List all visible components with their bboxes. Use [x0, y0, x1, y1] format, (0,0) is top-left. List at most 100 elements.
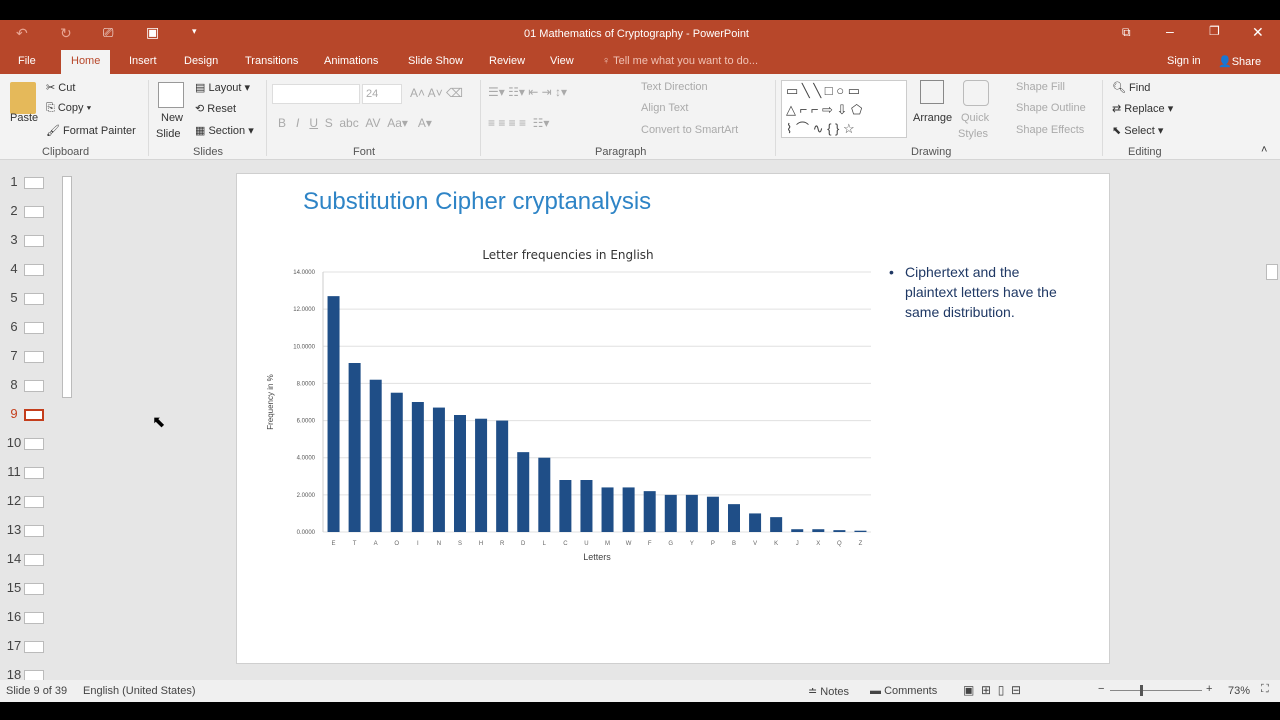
tab-review[interactable]: Review [489, 55, 525, 67]
slide-thumbnail[interactable] [24, 235, 44, 247]
slide-thumbnail[interactable] [24, 322, 44, 334]
tab-animations[interactable]: Animations [324, 55, 378, 67]
restore-button[interactable]: ❐ [1209, 24, 1220, 38]
text-direction-button[interactable]: Text Direction [641, 81, 708, 93]
arrange-button[interactable]: Arrange [913, 112, 952, 124]
slide-thumbnail[interactable] [24, 641, 44, 653]
thumbnail-number: 9 [10, 406, 18, 421]
slide-thumbnail[interactable] [24, 293, 44, 305]
slide-thumbnail[interactable] [24, 177, 44, 189]
layout-button[interactable]: ▤ Layout ▾ [195, 81, 250, 94]
slide-thumbnail[interactable] [24, 264, 44, 276]
close-button[interactable]: ✕ [1252, 24, 1264, 41]
slide-thumbnail[interactable] [24, 438, 44, 450]
y-tick-label: 8.0000 [297, 381, 316, 387]
slide-thumbnail[interactable] [24, 525, 44, 537]
slide-thumbnail[interactable] [24, 409, 44, 421]
present-icon[interactable]: ⎚ [103, 25, 113, 41]
tab-design[interactable]: Design [184, 55, 218, 67]
replace-button[interactable]: ⇄ Replace ▾ [1112, 102, 1173, 115]
copy-button[interactable]: ⎘ Copy ▾ [46, 102, 91, 115]
format-painter-button[interactable]: 🖌 Format Painter [46, 124, 136, 137]
fit-slide-icon[interactable]: ⛶ [1261, 683, 1269, 696]
zoom-in-button[interactable]: + [1206, 683, 1212, 695]
tab-file[interactable]: File [18, 55, 36, 67]
customize-qat-icon[interactable]: ▾ [192, 26, 197, 37]
font-size-select[interactable]: 24 [362, 84, 402, 104]
quick-styles-button[interactable]: Quick [961, 112, 989, 124]
tab-slide-show[interactable]: Slide Show [408, 55, 463, 67]
ribbon-display-icon[interactable]: ⧉ [1122, 25, 1131, 40]
slide-thumbnail[interactable] [24, 496, 44, 508]
x-tick-label: Y [690, 541, 694, 547]
find-button[interactable]: 🔍︎ Find [1112, 81, 1150, 94]
thumbnails-scrollbar[interactable] [61, 164, 74, 680]
tab-transitions[interactable]: Transitions [245, 55, 298, 67]
select-button[interactable]: ⬉ Select ▾ [1112, 124, 1163, 137]
notes-button[interactable]: ≐ Notes [808, 685, 849, 698]
shape-outline-button[interactable]: Shape Outline [1016, 102, 1086, 114]
convert-smartart-button[interactable]: Convert to SmartArt [641, 124, 738, 136]
undo-icon[interactable]: ↶ [16, 25, 28, 42]
shape-effects-button[interactable]: Shape Effects [1016, 124, 1084, 136]
comments-button[interactable]: ▬ Comments [870, 685, 937, 697]
slide-canvas[interactable]: Substitution Cipher cryptanalysis • Ciph… [236, 173, 1110, 664]
tab-insert[interactable]: Insert [129, 55, 157, 67]
slide-thumbnail[interactable] [24, 206, 44, 218]
new-slide-button[interactable]: New [161, 112, 183, 124]
share-button[interactable]: 👤Share [1218, 55, 1261, 68]
chart-title: Letter frequencies in English [482, 248, 653, 262]
font-size-controls[interactable]: A˄ A˅ ⌫ [410, 86, 463, 100]
tab-home[interactable]: Home [61, 50, 111, 74]
zoom-slider[interactable] [1110, 690, 1202, 691]
shapes-gallery[interactable]: ▭ ╲ ╲ □ ○ ▭ △ ⌐ ⌐ ⇨ ⇩ ⬠ ⌇ ⌒ ∿ { } ☆ [781, 80, 907, 138]
bar-D [517, 452, 530, 532]
slide-scrollbar[interactable] [1264, 160, 1280, 660]
title-bar: ↶ ↻ ⎚ ▣ ▾ 01 Mathematics of Cryptography… [0, 20, 1280, 48]
cut-button[interactable]: ✂ Cut [46, 81, 75, 94]
quick-styles-icon [963, 80, 989, 106]
list-buttons[interactable]: ☰▾ ☷▾ ⇤ ⇥ ↕▾ [488, 85, 567, 99]
x-tick-label: W [626, 541, 632, 547]
font-name-select[interactable] [272, 84, 360, 104]
tab-view[interactable]: View [550, 55, 574, 67]
slide-thumbnail[interactable] [24, 583, 44, 595]
view-buttons[interactable]: ▣ ⊞ ▯ ⊟ [963, 683, 1021, 697]
paste-button[interactable]: Paste [10, 112, 38, 124]
language-status[interactable]: English (United States) [83, 685, 196, 697]
align-buttons[interactable]: ≡ ≡ ≡ ≡ ☷▾ [488, 116, 549, 130]
shape-fill-button[interactable]: Shape Fill [1016, 81, 1065, 93]
slide-thumbnail[interactable] [24, 612, 44, 624]
zoom-slider-thumb[interactable] [1140, 685, 1143, 696]
font-format-buttons[interactable]: B I U S abc AV Aa▾ A▾ [278, 116, 432, 130]
scissors-icon: ✂ [46, 82, 59, 94]
x-tick-label: P [711, 541, 715, 547]
divider [266, 80, 267, 156]
tell-me-box[interactable]: ♀ Tell me what you want to do... [602, 55, 758, 67]
thumbnail-number: 16 [6, 609, 22, 624]
slide-thumbnail[interactable] [24, 351, 44, 363]
section-button[interactable]: ▦ Section ▾ [195, 124, 254, 137]
tell-me-text: Tell me what you want to do... [613, 55, 759, 67]
save-icon[interactable]: ▣ [146, 24, 159, 41]
thumbnail-number: 13 [6, 522, 22, 537]
slide-thumbnail[interactable] [24, 467, 44, 479]
redo-icon[interactable]: ↻ [60, 25, 72, 42]
sign-in-link[interactable]: Sign in [1167, 55, 1201, 67]
new-slide-dropdown[interactable]: Slide [156, 128, 180, 140]
minimize-button[interactable]: – [1166, 23, 1174, 39]
thumbnails-scroll-thumb[interactable] [62, 176, 72, 398]
slide-thumbnail[interactable] [24, 380, 44, 392]
zoom-out-button[interactable]: − [1098, 683, 1104, 695]
align-text-button[interactable]: Align Text [641, 102, 689, 114]
collapse-ribbon-icon[interactable]: ˄ [1261, 144, 1267, 156]
zoom-level[interactable]: 73% [1228, 685, 1250, 697]
bar-E [327, 296, 340, 532]
status-bar: Slide 9 of 39 English (United States) ≐ … [0, 680, 1280, 702]
window-title: 01 Mathematics of Cryptography - PowerPo… [524, 28, 749, 40]
slide-scroll-thumb[interactable] [1266, 264, 1278, 280]
slide-thumbnail[interactable] [24, 554, 44, 566]
comments-label: Comments [884, 685, 938, 697]
letter-frequency-chart[interactable]: Letter frequencies in English 0.0000 2.000… [237, 174, 1111, 665]
reset-button[interactable]: ⟲ Reset [195, 102, 236, 115]
